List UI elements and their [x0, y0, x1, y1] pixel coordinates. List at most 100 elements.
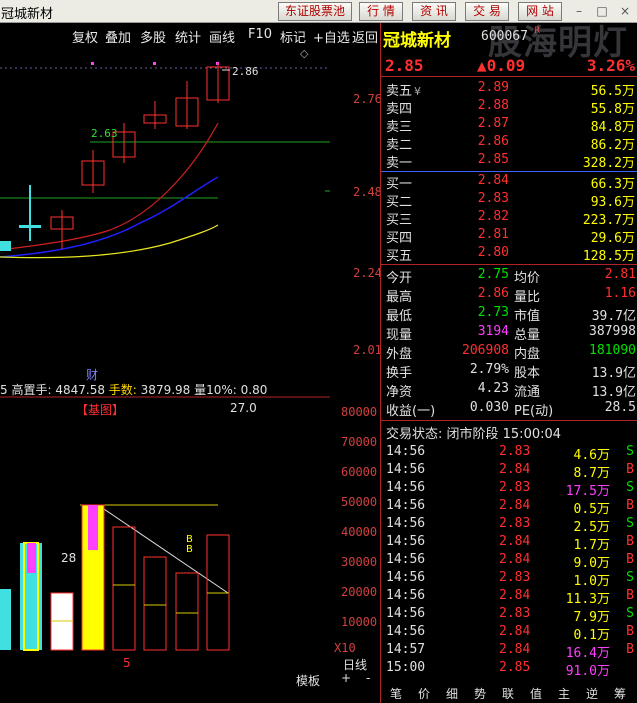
menu-add-watchlist[interactable]: +自选 [313, 27, 350, 46]
ask-row[interactable]: 卖二 2.86 86.2万 [381, 134, 637, 153]
tab-trades[interactable]: 笔 [390, 685, 402, 702]
stat-label: 市值 [514, 309, 541, 324]
tick-price: 2.83 [499, 516, 531, 531]
tick-price: 2.84 [499, 624, 531, 639]
stat-value: 4.23 [477, 381, 509, 396]
tab-main[interactable]: 主 [558, 685, 570, 702]
minimize-icon[interactable]: – [572, 4, 586, 18]
menu-statistics[interactable]: 统计 [175, 27, 201, 46]
volume-bar-highlight [88, 505, 98, 550]
volume-axis-label: 20000 [341, 585, 378, 599]
maximize-icon[interactable]: □ [595, 4, 609, 18]
indicator-name[interactable]: 【基图】 [76, 401, 124, 418]
tick-row[interactable]: 14:56 2.83 2.5万 S [381, 516, 637, 535]
tab-chips[interactable]: 筹 [614, 685, 626, 702]
indicator-info-bar: 5 高置手: 4847.58 手数: 3879.98 量10%: 0.80 [0, 381, 380, 399]
tick-row[interactable]: 14:57 2.84 16.4万 B [381, 642, 637, 661]
zoom-out-button[interactable]: - [366, 671, 370, 685]
top-marker [153, 62, 156, 65]
stat-value: 13.9亿 [591, 385, 636, 400]
info-label-3: 量10%: [194, 383, 237, 397]
stock-pool-button[interactable]: 东证股票池 [278, 2, 352, 21]
bid-row[interactable]: 买一 2.84 66.3万 [381, 173, 637, 192]
stat-label: 内盘 [514, 347, 541, 362]
volume-marker-5: 5 [123, 656, 131, 670]
info-value-1: 4847.58 [55, 383, 105, 397]
stat-label: PE(动) [514, 404, 554, 419]
tick-row[interactable]: 14:56 2.83 4.6万 S [381, 444, 637, 463]
menu-overlay[interactable]: 叠加 [105, 27, 131, 46]
stat-label: 最低 [386, 309, 413, 324]
price-axis-label: 2.01 [353, 343, 382, 357]
market-button[interactable]: 行 情 [359, 2, 403, 21]
menu-multi-stock[interactable]: 多股 [140, 27, 166, 46]
kline-chart[interactable]: ◇ 2.86 2.63 28 B B 5 [0, 45, 380, 703]
tick-price: 2.84 [499, 534, 531, 549]
bid-row[interactable]: 买五 2.80 128.5万 [381, 245, 637, 264]
website-button[interactable]: 网 站 [518, 2, 562, 21]
stat-value: 2.73 [477, 305, 509, 320]
tick-row[interactable]: 15:00 2.85 91.0万 [381, 660, 637, 679]
menu-f10[interactable]: F10 [248, 27, 272, 42]
volume-axis-label: 30000 [341, 555, 378, 569]
chart-toolbar: 复权 叠加 多股 统计 画线 F10 标记 +自选 返回 [0, 23, 380, 46]
tick-row[interactable]: 14:56 2.83 1.0万 S [381, 570, 637, 589]
tick-time: 14:56 [386, 462, 426, 477]
bid-price: 2.81 [477, 227, 509, 242]
tick-price: 2.84 [499, 498, 531, 513]
ask-row[interactable]: 卖一 2.85 328.2万 [381, 152, 637, 171]
ma-price-label: 2.63 [91, 127, 118, 140]
tab-reverse[interactable]: 逆 [586, 685, 598, 702]
news-button[interactable]: 资 讯 [412, 2, 456, 21]
template-button[interactable]: 模板 [296, 672, 320, 689]
info-prefix: 5 [0, 383, 8, 397]
tick-row[interactable]: 14:56 2.84 0.1万 B [381, 624, 637, 643]
bid-row[interactable]: 买三 2.82 223.7万 [381, 209, 637, 228]
trade-button[interactable]: 交 易 [465, 2, 509, 21]
tick-volume: 17.5万 [565, 484, 610, 499]
stat-value: 1.16 [604, 286, 636, 301]
tick-price: 2.84 [499, 588, 531, 603]
panel-tabs: 笔 价 细 势 联 值 主 逆 筹 [381, 683, 637, 701]
tab-price[interactable]: 价 [418, 685, 430, 702]
menu-draw-line[interactable]: 画线 [209, 27, 235, 46]
tick-row[interactable]: 14:56 2.83 7.9万 S [381, 606, 637, 625]
bid-row[interactable]: 买二 2.83 93.6万 [381, 191, 637, 210]
tick-price: 2.84 [499, 642, 531, 657]
tick-direction: S [626, 570, 634, 585]
last-price: 2.85 [385, 56, 424, 75]
bid-label: 买四 [386, 231, 413, 246]
ask-price: 2.89 [477, 80, 509, 95]
tick-volume: 11.3万 [565, 592, 610, 607]
ask-row[interactable]: 卖三 2.87 84.8万 [381, 116, 637, 135]
tab-linked[interactable]: 联 [502, 685, 514, 702]
tick-time: 14:56 [386, 534, 426, 549]
tick-row[interactable]: 14:56 2.84 8.7万 B [381, 462, 637, 481]
tab-trend[interactable]: 势 [474, 685, 486, 702]
ask-price: 2.85 [477, 152, 509, 167]
ask-row[interactable]: 卖五 ¥ 2.89 56.5万 [381, 80, 637, 99]
tab-value[interactable]: 值 [530, 685, 542, 702]
zoom-in-button[interactable]: + [341, 671, 351, 685]
close-icon[interactable]: × [618, 4, 632, 18]
tick-row[interactable]: 14:56 2.84 11.3万 B [381, 588, 637, 607]
stat-value: 2.79% [469, 362, 509, 377]
tick-row[interactable]: 14:56 2.84 0.5万 B [381, 498, 637, 517]
tick-direction: B [626, 642, 634, 657]
volume-bar-down [0, 589, 11, 650]
info-value-2: 3879.98 [140, 383, 191, 397]
tick-row[interactable]: 14:56 2.84 9.0万 B [381, 552, 637, 571]
ask-row[interactable]: 卖四 2.88 55.8万 [381, 98, 637, 117]
stat-label: 换手 [386, 366, 413, 381]
tab-detail[interactable]: 细 [446, 685, 458, 702]
tick-row[interactable]: 14:56 2.83 17.5万 S [381, 480, 637, 499]
tick-row[interactable]: 14:56 2.84 1.7万 B [381, 534, 637, 553]
bid-row[interactable]: 买四 2.81 29.6万 [381, 227, 637, 246]
menu-mark[interactable]: 标记 [280, 27, 306, 46]
scroll-marker-icon: ◇ [300, 47, 309, 60]
stat-value: 2.75 [477, 267, 509, 282]
menu-back[interactable]: 返回 [352, 27, 378, 46]
menu-restore-rights[interactable]: 复权 [72, 27, 98, 46]
tick-price: 2.84 [499, 462, 531, 477]
tick-price: 2.83 [499, 480, 531, 495]
